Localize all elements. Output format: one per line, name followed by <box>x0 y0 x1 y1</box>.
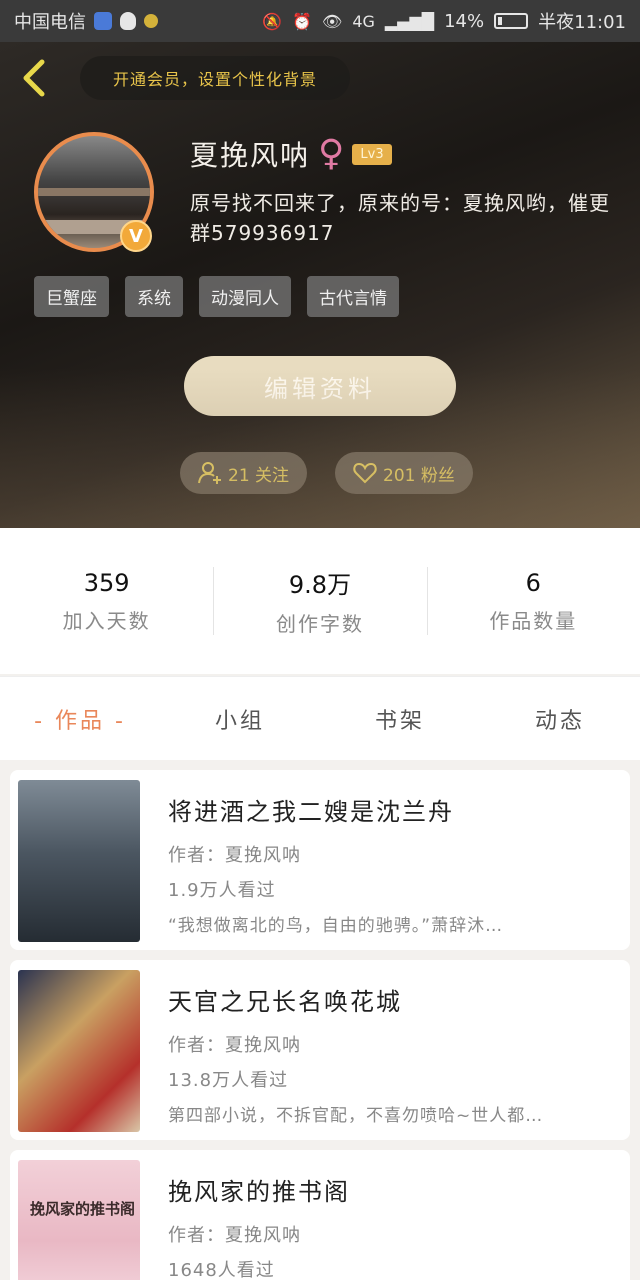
stat-value: 359 <box>83 568 130 597</box>
tab-bar: - 作品 - 小组 书架 动态 <box>0 676 640 760</box>
book-cover <box>18 780 140 942</box>
book-cover <box>18 970 140 1132</box>
edit-profile-button[interactable]: 编辑资料 <box>184 356 456 416</box>
following-count: 21 关注 <box>228 465 290 486</box>
stat-value: 9.8万 <box>288 571 352 599</box>
follow-row: 21 关注 201 粉丝 <box>180 452 473 494</box>
username: 夏挽风呐 <box>190 139 311 172</box>
avatar[interactable]: V <box>34 132 154 252</box>
stat-works-count: 6 作品数量 <box>426 561 640 641</box>
tag[interactable]: 动漫同人 <box>199 276 291 317</box>
add-user-icon <box>198 462 221 484</box>
network-label: 4G <box>352 11 375 31</box>
status-bar: 中国电信 🔕 ⏰ 👁 4G ▂▄▆█ 14% 半夜11:01 <box>0 0 640 42</box>
vip-banner[interactable]: 开通会员，设置个性化背景 <box>80 56 350 100</box>
book-views: 1648人看过 <box>168 1260 275 1280</box>
book-card[interactable]: 天官之兄长名唤花城 作者：夏挽风呐 13.8万人看过 第四部小说，不拆官配，不喜… <box>10 960 630 1140</box>
fans-button[interactable]: 201 粉丝 <box>335 452 473 494</box>
stat-label: 创作字数 <box>275 612 364 636</box>
tab-bookshelf[interactable]: 书架 <box>320 703 480 735</box>
book-cover: 挽风家的推书阁 <box>18 1160 140 1280</box>
female-icon: ♀ <box>318 133 345 174</box>
tab-activity[interactable]: 动态 <box>480 703 640 735</box>
signal-icon: ▂▄▆█ <box>384 11 435 31</box>
heart-plus-icon <box>353 462 377 484</box>
alarm-icon: ⏰ <box>292 11 312 31</box>
stats-bar: 359 加入天数 9.8万 创作字数 6 作品数量 <box>0 528 640 674</box>
back-button[interactable] <box>18 58 52 98</box>
cover-title: 挽风家的推书阁 <box>30 1200 136 1218</box>
stat-label: 加入天数 <box>62 608 151 633</box>
chevron-left-icon <box>23 59 45 97</box>
stat-label: 作品数量 <box>489 608 578 633</box>
tag[interactable]: 系统 <box>125 276 183 317</box>
book-author: 作者：夏挽风呐 <box>168 1225 301 1246</box>
stat-value: 6 <box>525 568 541 597</box>
tag[interactable]: 古代言情 <box>307 276 399 317</box>
mute-icon: 🔕 <box>262 11 283 31</box>
battery-icon <box>494 13 529 29</box>
following-button[interactable]: 21 关注 <box>180 452 308 494</box>
clock: 半夜11:01 <box>538 12 626 33</box>
fans-count: 201 粉丝 <box>383 465 455 486</box>
book-description: 第四部小说，不拆官配，不喜勿喷哈~世人都… <box>168 1106 544 1126</box>
tab-groups[interactable]: 小组 <box>160 703 320 735</box>
profile-header: 开通会员，设置个性化背景 V 夏挽风呐 ♀ Lv3 原号找不回来了，原来的号：夏… <box>0 42 640 528</box>
tab-works[interactable]: - 作品 - <box>0 703 160 735</box>
book-title: 将进酒之我二嫂是沈兰舟 <box>168 798 454 826</box>
book-list: 将进酒之我二嫂是沈兰舟 作者：夏挽风呐 1.9万人看过 “我想做离北的鸟，自由的… <box>10 770 630 1280</box>
qq-icon <box>120 12 136 30</box>
eye-icon: 👁 <box>322 11 343 31</box>
level-badge: Lv3 <box>352 143 392 165</box>
book-views: 13.8万人看过 <box>168 1070 289 1091</box>
book-card[interactable]: 挽风家的推书阁 挽风家的推书阁 作者：夏挽风呐 1648人看过 <box>10 1150 630 1280</box>
bio-text: 原号找不回来了，原来的号：夏挽风哟，催更群579936917 <box>190 191 610 245</box>
stat-word-count: 9.8万 创作字数 <box>213 561 426 641</box>
tag[interactable]: 巨蟹座 <box>34 276 109 317</box>
notification-icon <box>144 14 158 28</box>
battery-percent: 14% <box>444 10 485 32</box>
stat-join-days: 359 加入天数 <box>0 561 213 641</box>
shield-app-icon <box>94 12 112 30</box>
book-author: 作者：夏挽风呐 <box>168 845 301 866</box>
name-row: 夏挽风呐 ♀ Lv3 <box>190 134 392 174</box>
book-description: “我想做离北的鸟，自由的驰骋。”萧辞沐… <box>168 916 504 936</box>
book-views: 1.9万人看过 <box>168 880 276 901</box>
tag-list: 巨蟹座 系统 动漫同人 古代言情 <box>34 276 399 317</box>
book-title: 天官之兄长名唤花城 <box>168 988 402 1016</box>
carrier-label: 中国电信 <box>14 12 86 33</box>
book-title: 挽风家的推书阁 <box>168 1178 350 1206</box>
verified-badge: V <box>120 220 152 252</box>
book-author: 作者：夏挽风呐 <box>168 1035 301 1056</box>
book-card[interactable]: 将进酒之我二嫂是沈兰舟 作者：夏挽风呐 1.9万人看过 “我想做离北的鸟，自由的… <box>10 770 630 950</box>
